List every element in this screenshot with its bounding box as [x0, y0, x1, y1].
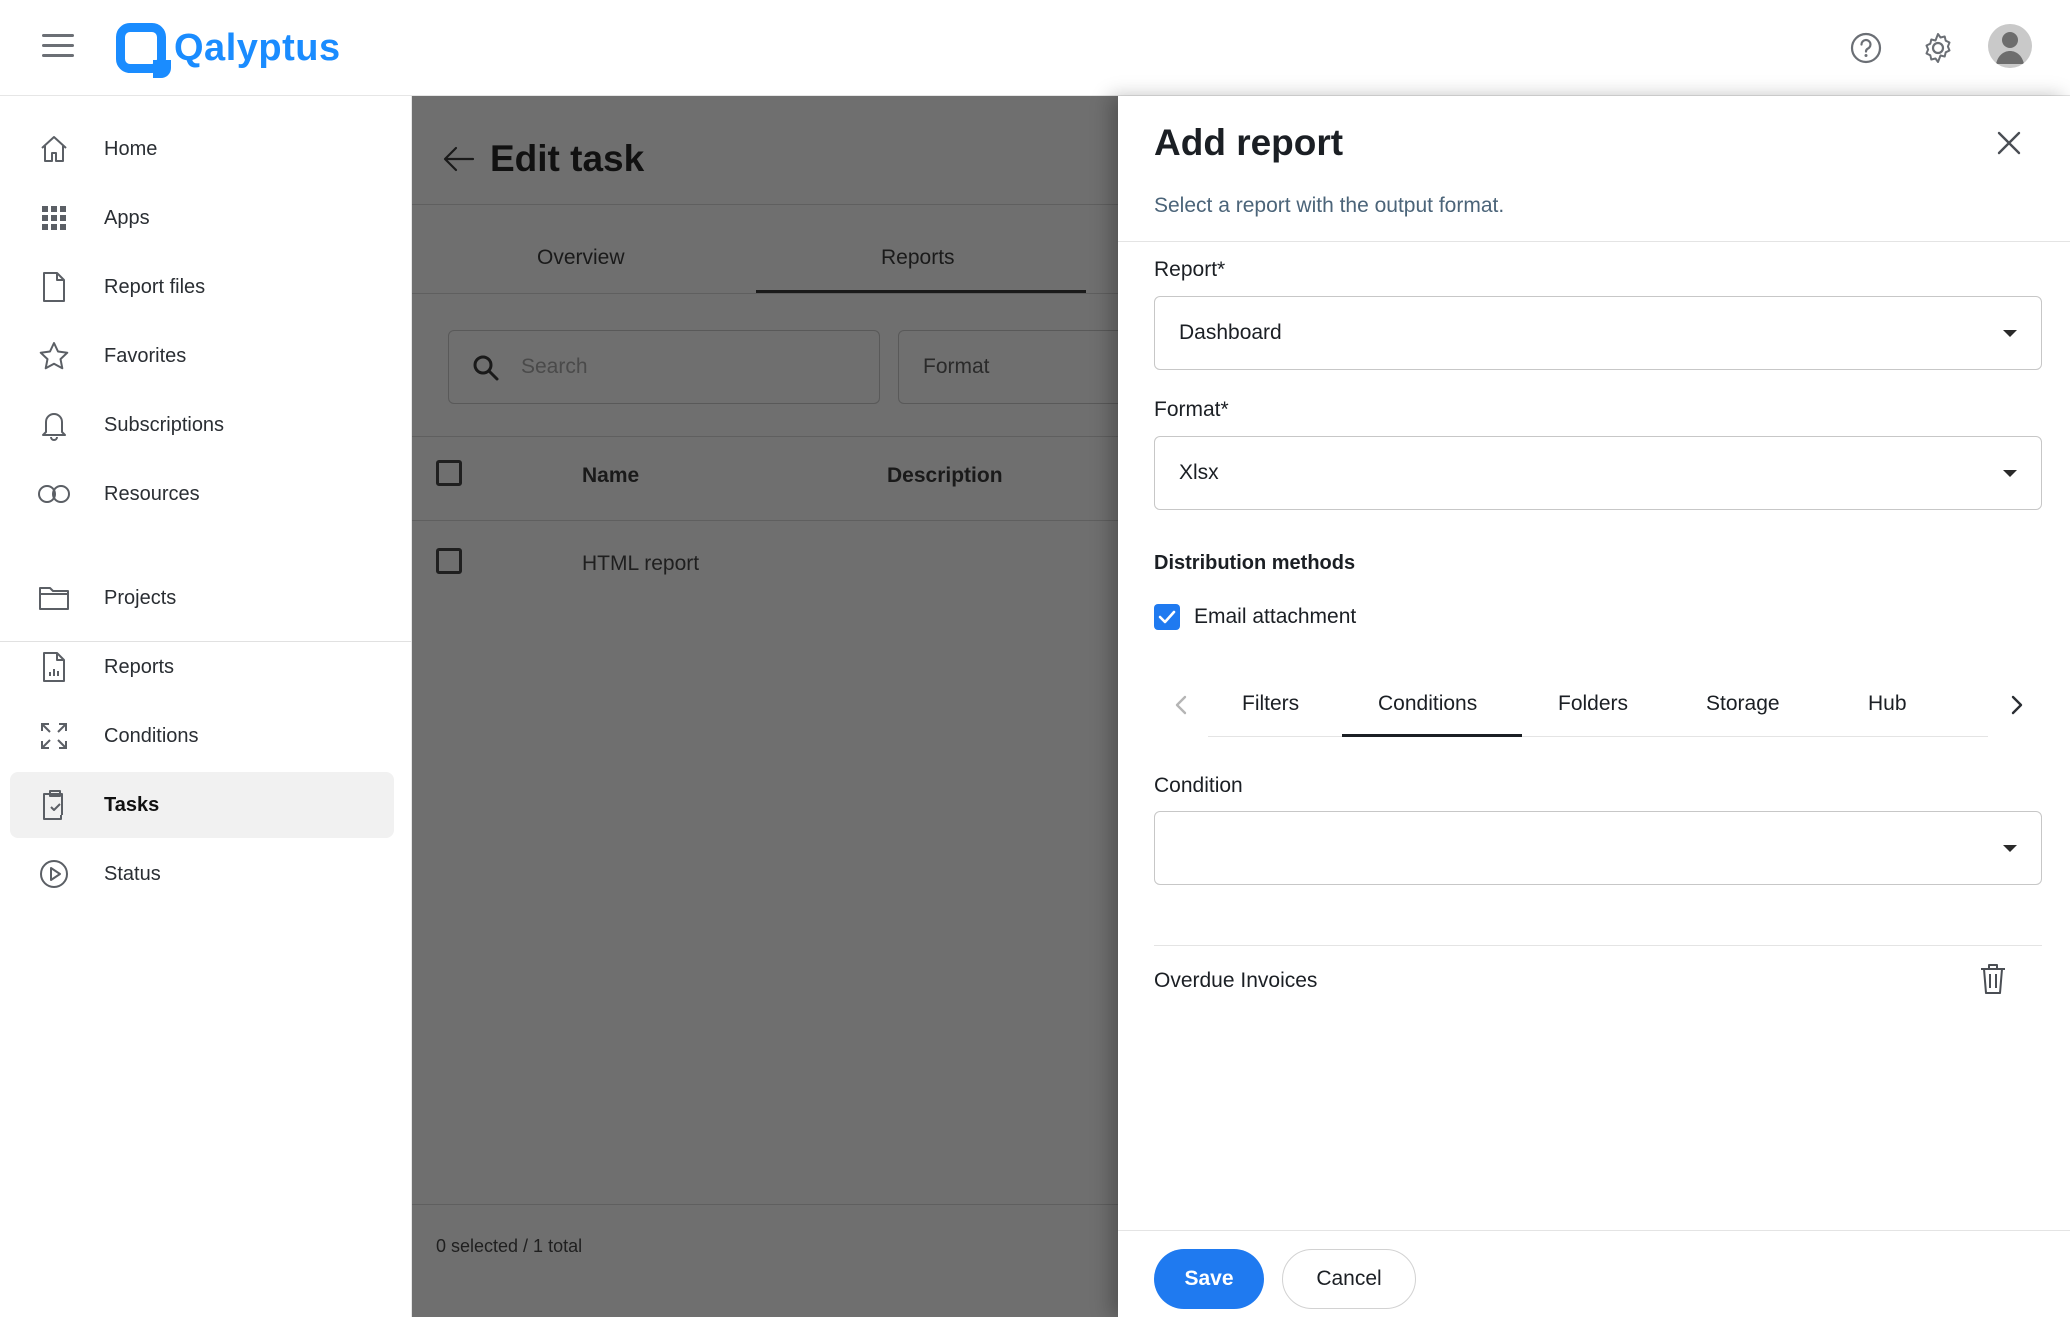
- logo-mark-icon: [116, 23, 171, 78]
- file-icon: [30, 263, 78, 311]
- save-button[interactable]: Save: [1154, 1249, 1264, 1309]
- panel-subtitle: Select a report with the output format.: [1154, 194, 1505, 217]
- tab-folders[interactable]: Folders: [1558, 692, 1628, 716]
- sidebar-item-label: Resources: [104, 482, 200, 505]
- caret-down-icon: [2003, 330, 2017, 337]
- page-title: Edit task: [490, 138, 645, 179]
- sidebar-item-label: Apps: [104, 206, 150, 229]
- sidebar: Home Apps Report files Favorites Subscri…: [0, 96, 412, 1317]
- sidebar-item-status[interactable]: Status: [10, 841, 394, 907]
- format-select[interactable]: Xlsx: [1154, 436, 2042, 510]
- table-divider: [412, 520, 1118, 521]
- main-content-overlay: Edit task Overview Reports Search Format…: [412, 96, 1138, 1317]
- condition-list-item: Overdue Invoices: [1154, 969, 1318, 992]
- row-checkbox[interactable]: [436, 548, 462, 574]
- tab-storage[interactable]: Storage: [1706, 692, 1780, 716]
- sidebar-item-label: Reports: [104, 655, 175, 678]
- tab-hub[interactable]: Hub: [1868, 692, 1907, 716]
- list-divider: [1154, 945, 2042, 946]
- sidebar-item-tasks[interactable]: Tasks: [10, 772, 394, 838]
- clipboard-icon: [30, 781, 78, 829]
- divider: [412, 293, 1118, 294]
- format-filter[interactable]: Format: [898, 330, 1138, 404]
- sidebar-item-label: Projects: [104, 586, 177, 609]
- column-header-description[interactable]: Description: [887, 464, 1003, 488]
- search-icon: [471, 353, 501, 388]
- email-attachment-label[interactable]: Email attachment: [1194, 605, 1356, 629]
- menu-icon[interactable]: [42, 34, 74, 62]
- logo[interactable]: Qalyptus: [116, 20, 341, 78]
- expand-icon: [30, 712, 78, 760]
- sidebar-item-projects[interactable]: Projects: [10, 565, 394, 631]
- back-arrow-icon[interactable]: [442, 144, 476, 179]
- caret-down-icon: [2003, 845, 2017, 852]
- home-icon: [30, 125, 78, 173]
- condition-field-label: Condition: [1154, 774, 1243, 797]
- email-attachment-checkbox[interactable]: [1154, 604, 1180, 630]
- select-all-checkbox[interactable]: [436, 460, 462, 486]
- tabs-divider: [1208, 736, 1988, 737]
- grid-icon: [30, 194, 78, 242]
- sidebar-item-conditions[interactable]: Conditions: [10, 703, 394, 769]
- footer-divider: [1118, 1230, 2070, 1231]
- report-field-label: Report*: [1154, 258, 1226, 281]
- sidebar-item-reports[interactable]: Reports: [10, 634, 394, 700]
- sidebar-item-label: Status: [104, 862, 161, 885]
- settings-gear-icon[interactable]: [1916, 26, 1960, 70]
- add-report-panel: Add report Select a report with the outp…: [1118, 96, 2070, 1317]
- format-select-value: Xlsx: [1179, 461, 1219, 484]
- sidebar-item-label: Conditions: [104, 724, 199, 747]
- chevron-left-icon[interactable]: [1172, 694, 1190, 721]
- chevron-right-icon[interactable]: [2008, 694, 2026, 721]
- distribution-methods-heading: Distribution methods: [1154, 552, 1356, 574]
- condition-select[interactable]: [1154, 811, 2042, 885]
- help-icon[interactable]: [1844, 26, 1888, 70]
- format-filter-label: Format: [923, 355, 990, 378]
- format-field-label: Format*: [1154, 398, 1229, 421]
- trash-icon[interactable]: [1978, 962, 2008, 1001]
- table-divider: [412, 436, 1118, 437]
- selection-count: 0 selected / 1 total: [436, 1236, 583, 1256]
- tab-active-indicator: [1342, 734, 1522, 737]
- tab-reports[interactable]: Reports: [881, 246, 955, 270]
- close-icon[interactable]: [1996, 130, 2022, 161]
- report-select[interactable]: Dashboard: [1154, 296, 2042, 370]
- panel-title: Add report: [1154, 122, 1344, 163]
- caret-down-icon: [2003, 470, 2017, 477]
- top-bar: Qalyptus: [0, 0, 2070, 96]
- user-avatar[interactable]: [1988, 24, 2032, 68]
- sidebar-item-subscriptions[interactable]: Subscriptions: [10, 392, 394, 458]
- sidebar-item-label: Home: [104, 137, 158, 160]
- sidebar-item-favorites[interactable]: Favorites: [10, 323, 394, 389]
- sidebar-item-apps[interactable]: Apps: [10, 185, 394, 251]
- bell-icon: [30, 401, 78, 449]
- search-placeholder: Search: [521, 355, 588, 378]
- star-icon: [30, 332, 78, 380]
- sidebar-item-report-files[interactable]: Report files: [10, 254, 394, 320]
- report-select-value: Dashboard: [1179, 321, 1282, 344]
- checkmark-icon: [1158, 610, 1176, 624]
- footer-divider: [412, 1204, 1118, 1205]
- divider: [412, 204, 1118, 205]
- sidebar-item-home[interactable]: Home: [10, 116, 394, 182]
- column-header-name[interactable]: Name: [582, 464, 639, 488]
- search-input[interactable]: Search: [448, 330, 880, 404]
- tab-conditions[interactable]: Conditions: [1378, 692, 1477, 716]
- tab-filters[interactable]: Filters: [1242, 692, 1299, 716]
- table-cell-name: HTML report: [582, 552, 700, 575]
- report-icon: [30, 643, 78, 691]
- divider: [1118, 241, 2070, 242]
- logo-text: Qalyptus: [174, 26, 341, 69]
- folder-icon: [30, 574, 78, 622]
- sidebar-item-label: Favorites: [104, 344, 187, 367]
- sidebar-item-label: Tasks: [104, 793, 160, 816]
- sidebar-item-resources[interactable]: Resources: [10, 461, 394, 527]
- tab-overview[interactable]: Overview: [537, 246, 625, 270]
- sidebar-item-label: Subscriptions: [104, 413, 225, 436]
- play-circle-icon: [30, 850, 78, 898]
- sidebar-item-label: Report files: [104, 275, 206, 298]
- link-icon: [30, 470, 78, 518]
- cancel-button[interactable]: Cancel: [1282, 1249, 1416, 1309]
